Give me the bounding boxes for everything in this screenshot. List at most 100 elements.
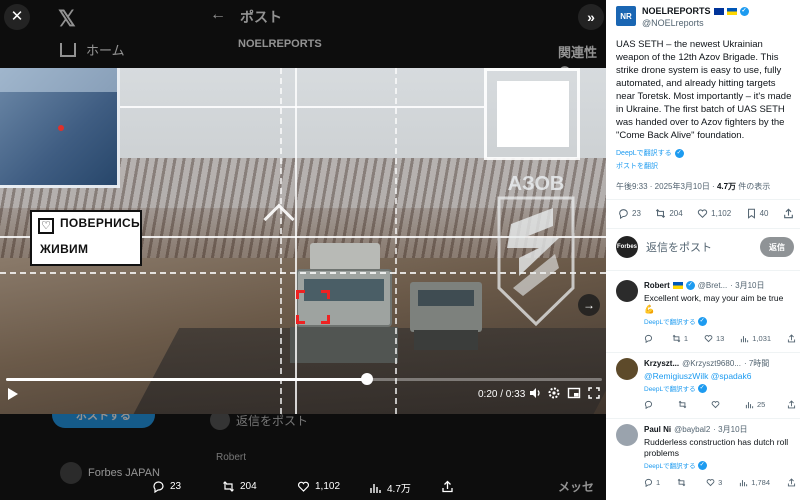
repost-count: 204 xyxy=(669,209,683,218)
deepl-label[interactable]: DeepLで翻訳する xyxy=(644,460,696,470)
like-action[interactable] xyxy=(711,400,723,409)
reply-action[interactable]: 23 xyxy=(618,208,641,219)
eu-flag-icon xyxy=(713,7,724,15)
comment-author-handle[interactable]: @Bret... xyxy=(698,281,727,290)
avatar: Forbes xyxy=(616,236,638,258)
reply-submit-button[interactable]: 返信 xyxy=(760,237,794,257)
deepl-badge-icon: ✓ xyxy=(697,316,707,326)
heart-icon xyxy=(706,479,715,487)
reply-action[interactable]: 23 xyxy=(152,480,181,493)
flag-icon xyxy=(672,282,683,289)
volume-icon[interactable] xyxy=(528,386,542,400)
repost-action[interactable]: 204 xyxy=(222,480,257,493)
like-action[interactable]: 13 xyxy=(704,334,724,343)
views-action[interactable]: 1,031 xyxy=(740,334,771,343)
avatar[interactable]: NR xyxy=(616,6,636,26)
reply-action[interactable] xyxy=(644,334,656,343)
heart-icon xyxy=(711,401,720,409)
back-arrow-icon: ← xyxy=(210,6,226,23)
list-item[interactable]: Paul Ni @baybal2 · 3月10日 Rudderless cons… xyxy=(616,424,796,494)
post-body-text: UAS SETH – the newest Ukrainian weapon o… xyxy=(616,39,792,141)
repost-icon xyxy=(223,481,234,492)
repost-action[interactable]: 1 xyxy=(672,334,688,343)
heart-icon xyxy=(704,335,713,343)
repost-action[interactable]: 204 xyxy=(655,208,683,219)
list-item[interactable]: Krzyszt... @Krzyszt9680... · 7時間 @Remigi… xyxy=(616,358,796,416)
author-handle[interactable]: @NOELreports xyxy=(642,18,749,28)
repost-action[interactable] xyxy=(677,478,689,487)
comment-author-name[interactable]: Paul Ni xyxy=(644,425,671,434)
deepl-label[interactable]: DeepLで翻訳する xyxy=(616,148,672,158)
settings-gear-icon[interactable] xyxy=(547,386,561,400)
bookmark-action[interactable]: 40 xyxy=(746,208,769,219)
target-reticle xyxy=(296,290,330,324)
share-action[interactable] xyxy=(787,400,796,409)
comment-time[interactable]: · 3月10日 xyxy=(713,424,747,435)
post-view-count: 4.7万 xyxy=(716,182,737,191)
post-author[interactable]: NR NOELREPORTS ✓ @NOELreports xyxy=(616,6,749,28)
share-icon xyxy=(787,478,796,487)
background-reply-placeholder: 返信をポスト xyxy=(236,413,309,428)
post-timestamp[interactable]: 午後9:33 · 2025年3月10日 · xyxy=(616,182,717,191)
home-icon xyxy=(60,42,76,57)
share-icon xyxy=(787,400,796,409)
avatar[interactable] xyxy=(616,358,638,380)
comment-time[interactable]: · 7時間 xyxy=(744,358,769,369)
reply-action[interactable]: 1 xyxy=(644,478,660,487)
picture-in-picture-icon[interactable] xyxy=(567,386,581,400)
share-action[interactable] xyxy=(441,480,454,493)
deepl-translate-link[interactable]: DeepLで翻訳する ✓ xyxy=(644,460,707,470)
share-action[interactable] xyxy=(787,334,796,343)
deepl-badge-icon: ✓ xyxy=(674,148,684,158)
deepl-translate-link[interactable]: DeepLで翻訳する ✓ xyxy=(644,316,707,326)
reply-action[interactable] xyxy=(644,400,656,409)
repost-action[interactable] xyxy=(678,400,690,409)
views-count: 1,784 xyxy=(751,478,771,487)
reply-input[interactable]: 返信をポスト xyxy=(646,239,752,255)
like-action[interactable]: 3 xyxy=(706,478,722,487)
deepl-translate-link[interactable]: DeepLで翻訳する ✓ xyxy=(644,383,707,393)
deepl-badge-icon: ✓ xyxy=(697,383,707,393)
views-action[interactable]: 25 xyxy=(745,400,765,409)
deepl-translate-link[interactable]: DeepLで翻訳する ✓ xyxy=(616,148,684,158)
reply-composer: Forbes 返信をポスト 返信 xyxy=(616,236,794,258)
next-media-button[interactable]: → xyxy=(578,294,600,316)
list-item[interactable]: Robert ✓ @Bret... · 3月10日 Excellent work… xyxy=(616,280,796,348)
author-name[interactable]: NOELREPORTS xyxy=(642,6,711,16)
comment-author-name[interactable]: Robert xyxy=(644,281,670,290)
deepl-label[interactable]: DeepLで翻訳する xyxy=(644,383,696,393)
comment-text[interactable]: @RemigiuszWilk @spadak6 xyxy=(644,371,794,382)
verified-badge-icon: ✓ xyxy=(739,6,749,16)
ukraine-flag-icon xyxy=(726,7,737,15)
comment-author-handle[interactable]: @Krzyszt9680... xyxy=(682,359,741,368)
share-icon xyxy=(442,480,453,493)
translate-post-link[interactable]: ポストを翻訳 xyxy=(616,161,658,171)
comment-time[interactable]: · 3月10日 xyxy=(730,280,764,291)
repost-icon xyxy=(656,208,666,219)
fullscreen-icon[interactable] xyxy=(587,386,601,400)
like-action[interactable]: 1,102 xyxy=(297,480,340,493)
views-action[interactable]: 4.7万 xyxy=(369,480,411,495)
play-icon[interactable] xyxy=(8,388,18,400)
comment-author-handle[interactable]: @baybal2 xyxy=(674,425,710,434)
comment-author-name[interactable]: Krzyszt... xyxy=(644,359,679,368)
video-player[interactable]: ♡ ПОВЕРНИСЬ ЖИВИМ АЗОВ → xyxy=(0,68,606,414)
avatar[interactable] xyxy=(616,280,638,302)
azov-text: АЗОВ xyxy=(508,173,565,195)
divider xyxy=(606,270,800,271)
close-icon[interactable]: ✕ xyxy=(4,4,30,30)
share-action[interactable] xyxy=(787,478,796,487)
video-progress-bar[interactable] xyxy=(6,373,602,385)
avatar[interactable] xyxy=(616,424,638,446)
like-action[interactable]: 1,102 xyxy=(697,208,731,219)
hud-dashed-vertical xyxy=(280,68,282,414)
views-action[interactable]: 1,784 xyxy=(739,478,770,487)
share-action[interactable] xyxy=(783,208,794,219)
collapse-panel-icon[interactable]: » xyxy=(578,4,604,30)
divider xyxy=(606,199,800,200)
divider xyxy=(606,228,800,229)
video-progress-fill xyxy=(6,378,368,381)
reply-count: 23 xyxy=(632,209,641,218)
deepl-label[interactable]: DeepLで翻訳する xyxy=(644,316,696,326)
views-count: 1,031 xyxy=(752,334,772,343)
